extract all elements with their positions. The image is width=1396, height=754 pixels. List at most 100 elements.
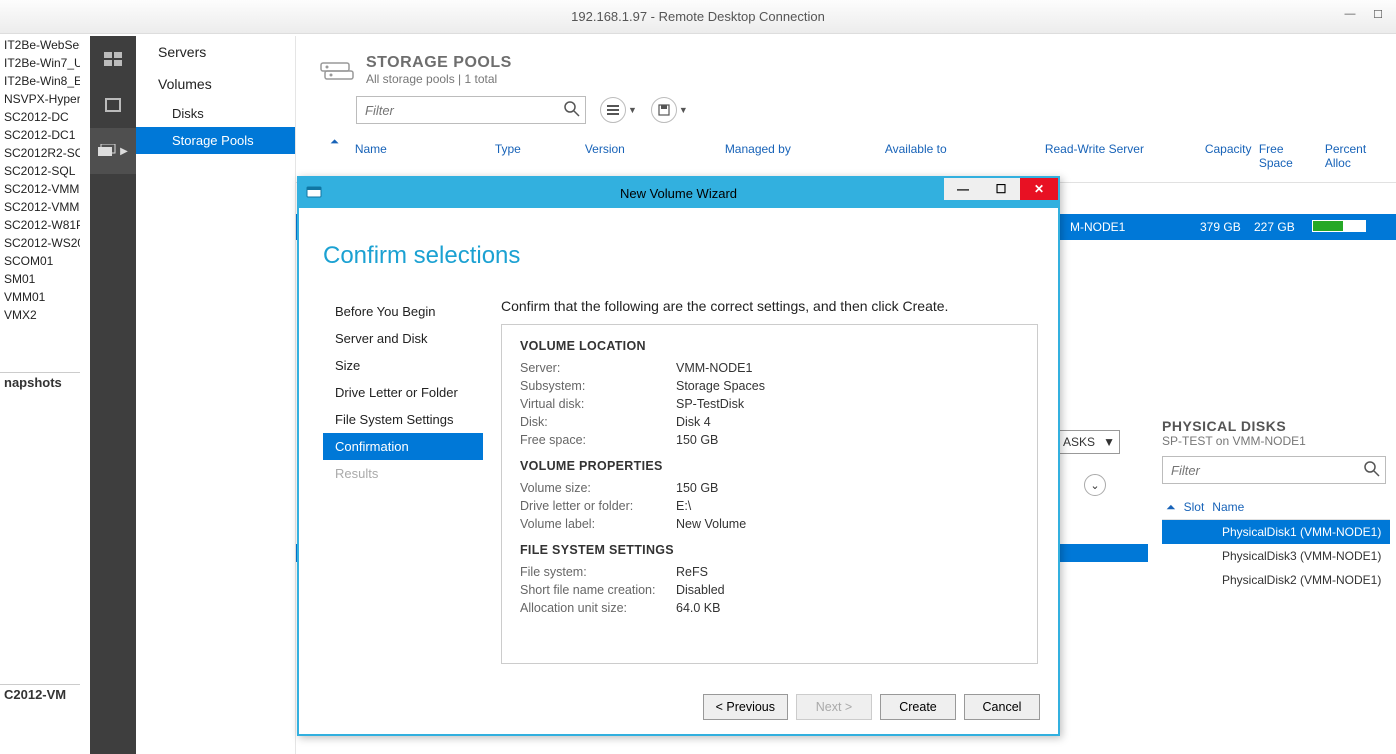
sidebar-item-servers[interactable]: Servers bbox=[136, 36, 295, 68]
tasks-label: ASKS bbox=[1063, 435, 1095, 449]
wizard-heading: Confirm selections bbox=[323, 242, 1038, 270]
capacity-bar bbox=[1312, 220, 1366, 232]
label-dletter: Drive letter or folder: bbox=[520, 499, 676, 513]
col-rw-server[interactable]: Read-Write Server bbox=[1041, 136, 1201, 176]
expand-toggle-button[interactable]: ⌄ bbox=[1084, 474, 1106, 496]
col-name[interactable]: Name bbox=[351, 136, 491, 176]
tasks-dropdown[interactable]: ASKS ▼ bbox=[1058, 430, 1120, 454]
search-icon[interactable] bbox=[1364, 461, 1380, 477]
label-vdisk: Virtual disk: bbox=[520, 397, 676, 411]
view-options-button[interactable] bbox=[600, 97, 626, 123]
host-item[interactable]: IT2Be-Win7_U bbox=[0, 54, 80, 72]
col-type[interactable]: Type bbox=[491, 136, 581, 176]
phys-disk-row[interactable]: PhysicalDisk2 (VMM-NODE1) bbox=[1162, 568, 1390, 592]
maximize-icon[interactable]: ☐ bbox=[1364, 4, 1392, 24]
chevron-down-icon: ▼ bbox=[1103, 435, 1115, 449]
host-item[interactable]: SM01 bbox=[0, 270, 80, 288]
cell-free: 227 GB bbox=[1250, 220, 1304, 234]
label-server: Server: bbox=[520, 361, 676, 375]
wizard-body: Confirm selections Before You Begin Serv… bbox=[299, 208, 1058, 668]
wizard-controls: — ☐ ✕ bbox=[944, 178, 1058, 200]
wizard-titlebar[interactable]: New Volume Wizard — ☐ ✕ bbox=[299, 178, 1058, 208]
host-item[interactable]: SC2012-VMM2 bbox=[0, 198, 80, 216]
col-percent-alloc[interactable]: Percent Alloc bbox=[1321, 136, 1372, 176]
value-vsize: 150 GB bbox=[676, 481, 718, 495]
wizard-step-before[interactable]: Before You Begin bbox=[323, 298, 483, 325]
host-footer: C2012-VM bbox=[0, 684, 80, 704]
col-managed-by[interactable]: Managed by bbox=[721, 136, 881, 176]
sidebar-item-disks[interactable]: Disks bbox=[136, 100, 295, 127]
value-vlabel: New Volume bbox=[676, 517, 746, 531]
new-volume-wizard: New Volume Wizard — ☐ ✕ Confirm selectio… bbox=[297, 176, 1060, 736]
label-disk: Disk: bbox=[520, 415, 676, 429]
host-item[interactable]: SC2012-VMM1 bbox=[0, 180, 80, 198]
sidebar-item-volumes[interactable]: Volumes bbox=[136, 68, 295, 100]
maximize-button[interactable]: ☐ bbox=[982, 178, 1020, 200]
minimize-button[interactable]: — bbox=[944, 178, 982, 200]
host-item[interactable]: SC2012-W81P bbox=[0, 216, 80, 234]
label-short: Short file name creation: bbox=[520, 583, 676, 597]
sort-icon[interactable]: ⏶ bbox=[330, 136, 339, 176]
page-subtitle: All storage pools | 1 total bbox=[366, 72, 512, 86]
wizard-step-size[interactable]: Size bbox=[323, 352, 483, 379]
host-item[interactable]: SC2012-WS20 bbox=[0, 234, 80, 252]
sidebar-item-storage-pools[interactable]: Storage Pools bbox=[136, 127, 295, 154]
phys-disk-row[interactable]: PhysicalDisk1 (VMM-NODE1) bbox=[1162, 520, 1390, 544]
close-button[interactable]: ✕ bbox=[1020, 178, 1058, 200]
snapshots-header: napshots bbox=[0, 372, 80, 392]
host-item[interactable]: SC2012-DC bbox=[0, 108, 80, 126]
host-item[interactable]: SC2012-SQL bbox=[0, 162, 80, 180]
phys-filter-input[interactable] bbox=[1162, 456, 1386, 484]
col-available-to[interactable]: Available to bbox=[881, 136, 1041, 176]
wizard-step-confirmation[interactable]: Confirmation bbox=[323, 433, 483, 460]
physical-disks-panel: PHYSICAL DISKS SP-TEST on VMM-NODE1 ⏶ Sl… bbox=[1156, 406, 1396, 604]
host-item[interactable]: NSVPX-HyperV bbox=[0, 90, 80, 108]
wizard-step-server-disk[interactable]: Server and Disk bbox=[323, 325, 483, 352]
chevron-down-icon[interactable]: ▼ bbox=[679, 105, 688, 115]
chevron-down-icon[interactable]: ▼ bbox=[628, 105, 637, 115]
nav-dashboard-icon[interactable] bbox=[90, 36, 136, 82]
wizard-step-results: Results bbox=[323, 460, 483, 487]
value-vdisk: SP-TestDisk bbox=[676, 397, 744, 411]
search-icon[interactable] bbox=[564, 101, 580, 117]
cell-capacity: 379 GB bbox=[1196, 220, 1250, 234]
physical-disks-title: PHYSICAL DISKS bbox=[1162, 418, 1390, 434]
col-slot[interactable]: Slot bbox=[1184, 500, 1205, 515]
wizard-step-drive-letter[interactable]: Drive Letter or Folder bbox=[323, 379, 483, 406]
value-fs: ReFS bbox=[676, 565, 708, 579]
host-item[interactable]: SC2012R2-SO bbox=[0, 144, 80, 162]
nav-local-server-icon[interactable] bbox=[90, 82, 136, 128]
window-controls: — ☐ bbox=[1336, 4, 1392, 24]
sort-icon[interactable]: ⏶ bbox=[1166, 500, 1176, 515]
storage-pool-icon bbox=[320, 57, 354, 83]
previous-button[interactable]: < Previous bbox=[703, 694, 788, 720]
cell-node: M-NODE1 bbox=[1066, 220, 1196, 234]
host-item[interactable]: VMM01 bbox=[0, 288, 80, 306]
col-name[interactable]: Name bbox=[1212, 500, 1244, 515]
minimize-icon[interactable]: — bbox=[1336, 4, 1364, 24]
page-title: STORAGE POOLS bbox=[366, 54, 512, 72]
host-item[interactable]: IT2Be-Win8_E bbox=[0, 72, 80, 90]
rdp-title: 192.168.1.97 - Remote Desktop Connection bbox=[571, 9, 825, 24]
col-capacity[interactable]: Capacity bbox=[1201, 136, 1255, 176]
save-view-button[interactable] bbox=[651, 97, 677, 123]
host-item[interactable]: SCOM01 bbox=[0, 252, 80, 270]
phys-disk-row[interactable]: PhysicalDisk3 (VMM-NODE1) bbox=[1162, 544, 1390, 568]
create-button[interactable]: Create bbox=[880, 694, 956, 720]
value-subsystem: Storage Spaces bbox=[676, 379, 765, 393]
value-server: VMM-NODE1 bbox=[676, 361, 752, 375]
col-free-space[interactable]: Free Space bbox=[1255, 136, 1321, 176]
value-free: 150 GB bbox=[676, 433, 718, 447]
host-item[interactable]: VMX2 bbox=[0, 306, 80, 324]
nav-file-storage-icon[interactable]: ▶ bbox=[90, 128, 136, 174]
col-version[interactable]: Version bbox=[581, 136, 721, 176]
section-volume-location: VOLUME LOCATION bbox=[520, 339, 1019, 353]
wizard-step-fs-settings[interactable]: File System Settings bbox=[323, 406, 483, 433]
label-subsystem: Subsystem: bbox=[520, 379, 676, 393]
side-nav: Servers Volumes Disks Storage Pools bbox=[136, 36, 296, 754]
host-list: IT2Be-WebSer IT2Be-Win7_U IT2Be-Win8_E N… bbox=[0, 36, 80, 696]
host-item[interactable]: IT2Be-WebSer bbox=[0, 36, 80, 54]
cancel-button[interactable]: Cancel bbox=[964, 694, 1040, 720]
filter-input[interactable] bbox=[356, 96, 586, 124]
host-item[interactable]: SC2012-DC1 bbox=[0, 126, 80, 144]
